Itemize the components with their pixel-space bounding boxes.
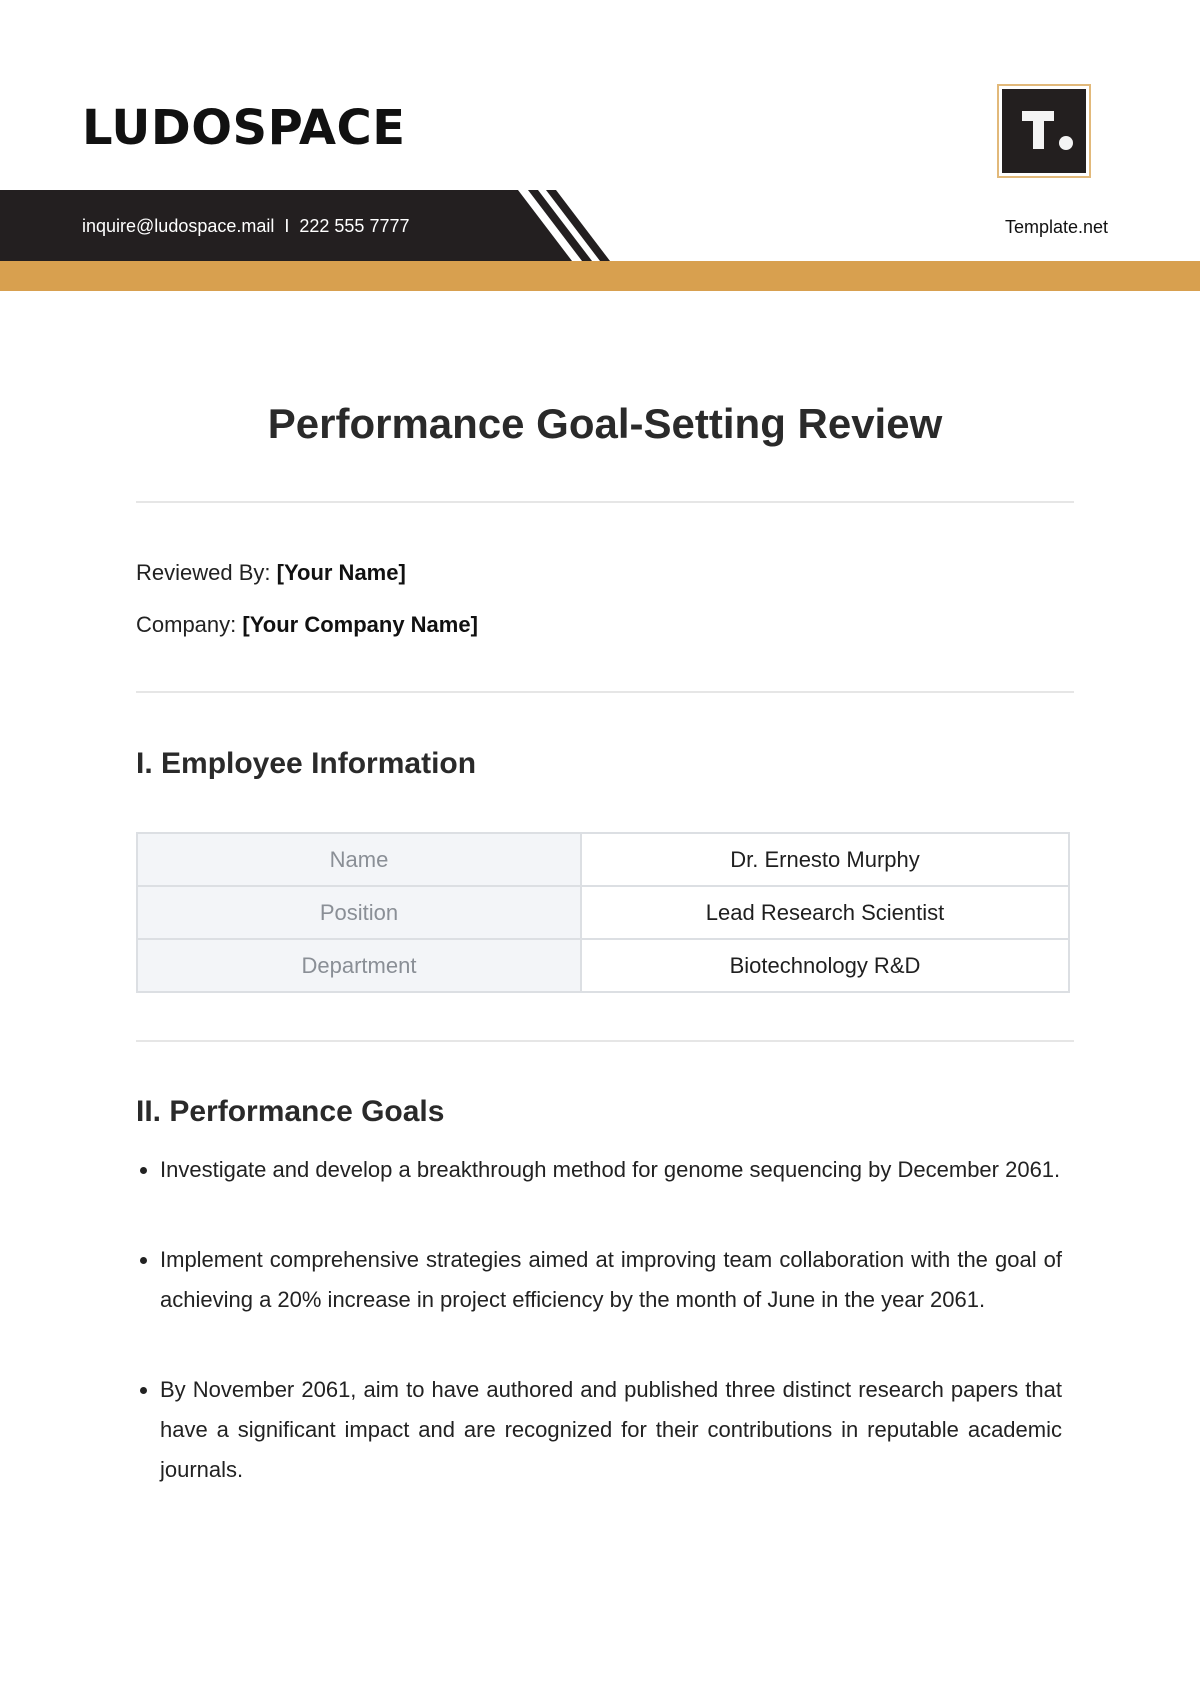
page-title: Performance Goal-Setting Review — [267, 400, 943, 447]
employee-info-table: Name Dr. Ernesto Murphy Position Lead Re… — [136, 832, 1070, 993]
list-item: Implement comprehensive strategies aimed… — [160, 1240, 1062, 1320]
row-value: Lead Research Scientist — [580, 885, 1070, 940]
list-item: By November 2061, aim to have authored a… — [160, 1370, 1062, 1490]
company-label: Company: — [136, 612, 237, 637]
row-value: Biotechnology R&D — [580, 938, 1070, 993]
divider — [136, 691, 1074, 693]
performance-goals-heading: II. Performance Goals — [136, 1095, 445, 1128]
gold-band — [0, 261, 1200, 291]
list-item: Investigate and develop a breakthrough m… — [160, 1150, 1062, 1190]
table-row: Name Dr. Ernesto Murphy — [136, 832, 1070, 887]
reviewed-by-value: [Your Name] — [276, 560, 406, 585]
logo-label: Template.net — [1005, 217, 1109, 237]
employee-info-heading: I. Employee Information — [136, 747, 477, 780]
divider — [136, 1040, 1074, 1042]
table-row: Position Lead Research Scientist — [136, 885, 1070, 940]
template-net-logo-icon — [997, 84, 1091, 178]
contact-info: inquire@ludospace.mail I 222 555 7777 — [82, 216, 410, 236]
company: Company: [Your Company Name] — [136, 612, 478, 638]
row-value: Dr. Ernesto Murphy — [580, 832, 1070, 887]
row-label: Position — [136, 885, 582, 940]
table-row: Department Biotechnology R&D — [136, 938, 1070, 993]
divider — [136, 501, 1074, 503]
goals-list: Investigate and develop a breakthrough m… — [140, 1150, 1062, 1540]
company-value: [Your Company Name] — [242, 612, 478, 637]
brand-name: LUDOSPACE — [82, 100, 406, 156]
row-label: Name — [136, 832, 582, 887]
reviewed-by: Reviewed By: [Your Name] — [136, 560, 406, 586]
reviewed-by-label: Reviewed By: — [136, 560, 271, 585]
row-label: Department — [136, 938, 582, 993]
